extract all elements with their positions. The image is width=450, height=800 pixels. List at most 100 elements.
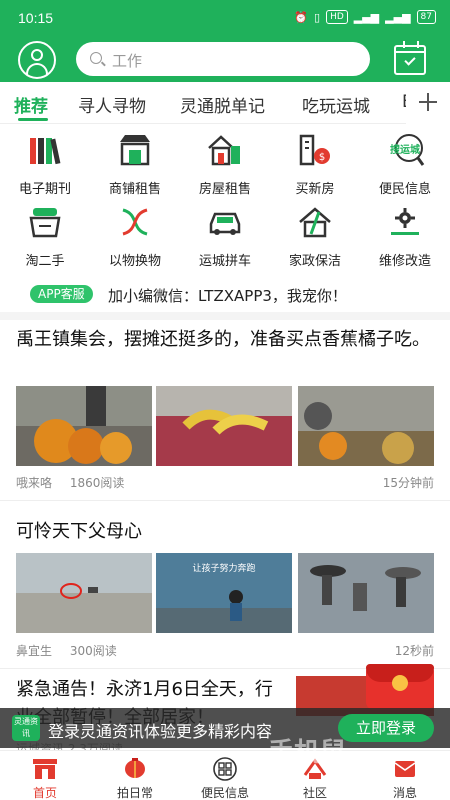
article-thumbnails: 让孩子努力奔跑 [16,553,434,633]
top-bar: 工作 [0,36,450,82]
vibrate-icon: ▯ [314,10,321,24]
notice-text: 加小编微信：LTZXAPP3，我宠你！ [108,287,347,305]
article-title: 可怜天下父母心 [16,521,142,542]
article-meta: 哦来咯 1860阅读 15分钟前 [16,474,434,491]
grid-label: 以物换物 [108,254,161,269]
market-photo [16,386,152,466]
article-time: 12秒前 [394,644,434,658]
battery-icon: 87 [416,10,436,24]
books-icon [30,138,61,165]
login-message: 登录灵通资讯体验更多精彩内容 [48,722,273,741]
community-icon [303,758,327,779]
grid-item-repair[interactable]: 维修改造 [360,202,450,274]
calendar-checkin-icon[interactable] [394,41,426,75]
svg-text:$: $ [319,152,325,163]
basket-icon [29,208,61,238]
grid-label: 淘二手 [25,254,65,269]
add-tab-icon[interactable] [406,82,450,124]
market-photo [298,386,434,466]
grid-item-shop[interactable]: 商铺租售 [90,130,180,202]
house-icon [208,135,240,166]
nav-community[interactable]: 社区 [270,753,360,800]
search-icon [90,52,102,64]
article-reads: 300阅读 [69,644,117,658]
status-bar: 10:15 ⏰ ▯ HD ▂▄▆ ▂▄▆ 87 [0,0,450,36]
search-city-icon: 搜运城 [390,134,425,166]
nav-home[interactable]: 首页 [0,753,90,800]
signal-icon: ▂▄▆ [353,10,380,24]
car-icon [209,212,241,235]
article-divider [0,500,450,501]
grid-label: 买新房 [295,182,335,197]
lantern-icon [125,758,145,778]
article-time: 15分钟前 [382,476,434,490]
tab-food-fun[interactable]: 吃玩运城 [302,92,370,117]
search-placeholder: 工作 [112,52,143,70]
svg-text:搜运城: 搜运城 [390,143,420,156]
grid-item-exchange[interactable]: 以物换物 [90,202,180,274]
grid-label: 电子期刊 [18,182,71,197]
section-divider [0,312,450,320]
nav-label: 消息 [392,786,417,800]
login-button[interactable]: 立即登录 [338,714,434,742]
alarm-icon: ⏰ [294,10,308,24]
category-tabs: 推荐 寻人寻物 灵通脱单记 吃玩运城 B [0,82,450,124]
road-photo [16,553,152,633]
article-card[interactable]: 禹王镇集会，摆摊还挺多的，准备买点香蕉橘子吃。 哦来咯 1860阅读 15分钟前 [16,326,434,496]
app-logo: 灵通资讯 [12,715,40,741]
nav-messages[interactable]: 消息 [360,753,450,800]
new-house-icon: $ [299,134,330,166]
grid-label: 家政保洁 [288,254,341,269]
tab-lost-found[interactable]: 寻人寻物 [78,92,146,117]
service-grid: 电子期刊 商铺租售 房屋租售 $ 买新房 搜运城 便民信息 淘二手 以物换物 运… [0,130,450,280]
status-time: 10:15 [18,10,54,26]
grid-item-ejournal[interactable]: 电子期刊 [0,130,90,202]
article-reads: 1860阅读 [69,476,125,490]
user-avatar-icon[interactable] [18,41,56,79]
photo-caption: 让孩子努力奔跑 [192,562,255,574]
nav-label: 社区 [302,786,327,800]
grid-item-secondhand[interactable]: 淘二手 [0,202,90,274]
market-photo [156,386,292,466]
grid-label: 运城拼车 [198,254,251,269]
login-banner: 灵通资讯 登录灵通资讯体验更多精彩内容 立即登录 [0,708,450,748]
app-service-badge: APP客服 [30,285,93,303]
grid-label: 房屋租售 [198,182,251,197]
red-packet-icon[interactable] [366,664,434,710]
grid-item-carpool[interactable]: 运城拼车 [180,202,270,274]
home-gate-icon [33,759,57,779]
search-input[interactable]: 工作 [76,42,370,76]
article-card[interactable]: 可怜天下父母心 让孩子努力奔跑 鼻宜生 300阅读 12秒前 [16,518,434,658]
grid-item-house[interactable]: 房屋租售 [180,130,270,202]
status-icons: ⏰ ▯ HD ▂▄▆ ▂▄▆ 87 [294,10,436,24]
article-title: 禹王镇集会，摆摊还挺多的，准备买点香蕉橘子吃。 [16,329,430,350]
bottom-nav: 首页 拍日常 便民信息 社区 消息 [0,750,450,800]
signal2-icon: ▂▄▆ [385,10,411,24]
shop-icon [120,135,150,166]
repair-icon [391,208,419,235]
cleaning-icon [299,207,331,238]
grid-apps-icon [213,757,237,781]
article-author: 哦来咯 [16,476,53,490]
nav-label: 首页 [32,786,57,800]
active-tab-indicator [18,118,48,121]
message-icon [394,761,416,777]
hd-icon: HD [326,10,348,24]
tab-dating[interactable]: 灵通脱单记 [180,92,265,117]
tab-recommend[interactable]: 推荐 [14,92,48,117]
nav-label: 便民信息 [200,786,249,800]
article-author: 鼻宜生 [16,644,53,658]
grid-item-new-house[interactable]: $ 买新房 [270,130,360,202]
grid-label: 维修改造 [378,254,431,269]
nav-label: 拍日常 [116,786,153,800]
nav-daily[interactable]: 拍日常 [90,753,180,800]
child-running-photo: 让孩子努力奔跑 [156,553,292,633]
article-meta: 鼻宜生 300阅读 12秒前 [16,642,434,659]
grid-item-cleaning[interactable]: 家政保洁 [270,202,360,274]
article-thumbnails [16,386,434,466]
nav-convenience[interactable]: 便民信息 [180,753,270,800]
grid-item-convenience[interactable]: 搜运城 便民信息 [360,130,450,202]
grid-label: 便民信息 [378,182,431,197]
rain-photo [298,553,434,633]
customer-service-notice[interactable]: APP客服 加小编微信：LTZXAPP3，我宠你！ [16,284,436,306]
